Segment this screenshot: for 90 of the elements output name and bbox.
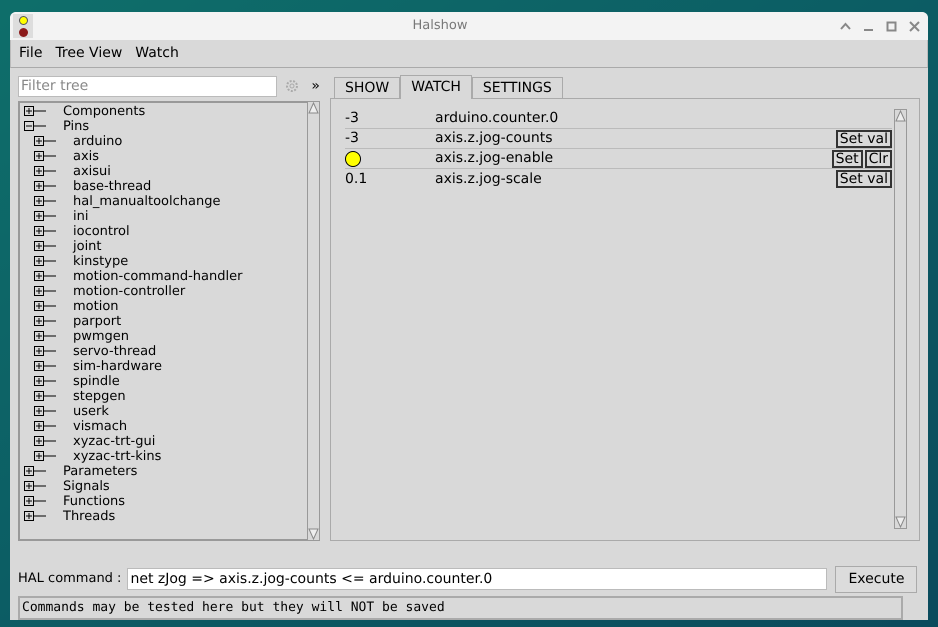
pin-name: arduino.counter.0 xyxy=(435,109,560,128)
tree-item[interactable]: Components xyxy=(63,104,146,119)
expand-icon[interactable] xyxy=(34,421,58,432)
tree-item[interactable]: Signals xyxy=(63,479,110,494)
tab[interactable]: WATCH xyxy=(400,75,472,99)
scrollbar[interactable] xyxy=(307,101,320,541)
tab[interactable]: SETTINGS xyxy=(472,77,563,98)
pin-button[interactable]: Set val xyxy=(836,130,892,148)
pin-value: -3 xyxy=(345,130,359,146)
expand-icon[interactable] xyxy=(34,406,58,417)
command-label: HAL command : xyxy=(18,570,122,588)
tree-item[interactable]: axis xyxy=(73,149,100,164)
expand-icon[interactable] xyxy=(34,346,58,357)
expand-icon[interactable] xyxy=(34,151,58,162)
menu-item[interactable]: File xyxy=(19,43,42,64)
scroll-up-icon[interactable] xyxy=(308,102,319,114)
pin-button[interactable]: Set val xyxy=(836,170,892,188)
expand-icon[interactable] xyxy=(34,271,58,282)
tree-item[interactable]: axisui xyxy=(73,164,111,179)
tree-item[interactable]: spindle xyxy=(73,374,120,389)
expand-icon[interactable] xyxy=(34,226,58,237)
tree-item[interactable]: kinstype xyxy=(73,254,128,269)
expand-icon[interactable] xyxy=(34,376,58,387)
tree-item[interactable]: servo-thread xyxy=(73,344,156,359)
tree-item[interactable]: motion-command-handler xyxy=(73,269,242,284)
expand-icon[interactable] xyxy=(34,301,58,312)
tree-item[interactable]: hal_manualtoolchange xyxy=(73,194,220,209)
tree-item[interactable]: arduino xyxy=(73,134,122,149)
maximize-icon[interactable] xyxy=(886,20,897,32)
tree-item[interactable]: Pins xyxy=(63,119,90,134)
tree-item[interactable]: iocontrol xyxy=(73,224,130,239)
tree-item[interactable]: xyzac-trt-gui xyxy=(73,434,156,449)
menu-item[interactable]: Tree View xyxy=(55,43,122,64)
scroll-up-icon[interactable] xyxy=(895,110,906,122)
expand-icon[interactable] xyxy=(24,106,48,117)
expand-icon[interactable] xyxy=(34,331,58,342)
tree-item[interactable]: Parameters xyxy=(63,464,138,479)
app-icon xyxy=(13,14,33,38)
expand-icon[interactable] xyxy=(24,481,48,492)
expand-icon[interactable] xyxy=(24,511,48,522)
expand-icon[interactable] xyxy=(34,241,58,252)
expand-icon[interactable] xyxy=(34,166,58,177)
status-bar: Commands may be tested here but they will NOT be saved xyxy=(18,596,903,620)
filter-field[interactable]: Filter tree xyxy=(18,76,278,96)
tree-item[interactable]: motion xyxy=(73,299,119,314)
pin-name: axis.z.jog-counts xyxy=(435,129,554,148)
expand-icon[interactable] xyxy=(34,436,58,447)
expand-icon[interactable] xyxy=(34,136,58,147)
tree-item[interactable]: joint xyxy=(73,239,102,254)
tree-item[interactable]: parport xyxy=(73,314,122,329)
close-icon[interactable] xyxy=(909,20,920,32)
expand-icon[interactable] xyxy=(34,391,58,402)
expand-filter-button[interactable]: » xyxy=(311,76,320,96)
execute-button[interactable]: Execute xyxy=(835,566,918,592)
pin-value: 0.1 xyxy=(345,170,368,186)
scroll-down-icon[interactable] xyxy=(895,516,906,528)
tree-item[interactable]: Threads xyxy=(63,509,116,524)
expand-icon[interactable] xyxy=(34,361,58,372)
scrollbar[interactable] xyxy=(894,109,907,529)
tab[interactable]: SHOW xyxy=(334,77,400,98)
expand-icon[interactable] xyxy=(34,451,58,462)
tree-item[interactable]: base-thread xyxy=(73,179,152,194)
shade-icon[interactable] xyxy=(840,20,851,32)
tree-item[interactable]: ini xyxy=(73,209,88,224)
expand-icon[interactable] xyxy=(34,256,58,267)
tree-item[interactable]: Functions xyxy=(63,494,126,509)
tree-item[interactable]: xyzac-trt-kins xyxy=(73,449,162,464)
tree-item[interactable]: userk xyxy=(73,404,109,419)
pin-button[interactable]: Set xyxy=(832,150,863,168)
pin-name: axis.z.jog-enable xyxy=(435,149,554,168)
expand-icon[interactable] xyxy=(34,181,58,192)
collapse-icon[interactable] xyxy=(24,121,48,132)
expand-icon[interactable] xyxy=(34,211,58,222)
expand-icon[interactable] xyxy=(34,196,58,207)
command-field[interactable]: net zJog => axis.z.jog-counts <= arduino.counter.0 xyxy=(127,568,828,590)
expand-icon[interactable] xyxy=(34,286,58,297)
expand-icon[interactable] xyxy=(24,466,48,477)
tree-item[interactable]: pwmgen xyxy=(73,329,130,344)
expand-icon[interactable] xyxy=(24,496,48,507)
tree-item[interactable]: sim-hardware xyxy=(73,359,162,374)
pin-button[interactable]: Clr xyxy=(864,150,892,168)
pin-name: axis.z.jog-scale xyxy=(435,170,543,188)
menu-item[interactable]: Watch xyxy=(135,43,179,64)
scroll-down-icon[interactable] xyxy=(308,528,319,540)
window-title: Halshow xyxy=(412,17,468,36)
tree-item[interactable]: motion-controller xyxy=(73,284,186,299)
tree-item[interactable]: vismach xyxy=(73,419,128,434)
expand-icon[interactable] xyxy=(34,316,58,327)
tree-item[interactable]: stepgen xyxy=(73,389,126,404)
pin-value: -3 xyxy=(345,110,359,126)
